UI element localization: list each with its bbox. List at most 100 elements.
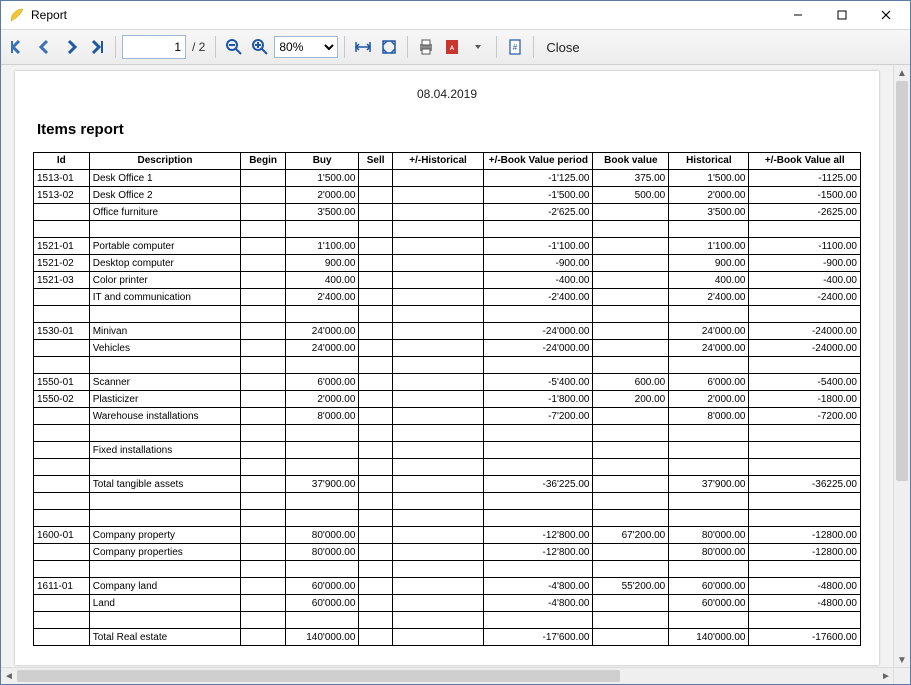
table-row: Total Real estate140'000.00-17'600.00140…	[34, 629, 861, 646]
cell-buy	[285, 306, 359, 323]
first-page-button[interactable]	[7, 35, 31, 59]
cell-bva: -12800.00	[749, 544, 861, 561]
cell-hist2: 400.00	[669, 272, 749, 289]
cell-begin	[241, 391, 286, 408]
cell-bva: -4800.00	[749, 578, 861, 595]
cell-sell	[359, 510, 392, 527]
cell-desc: Total Real estate	[89, 629, 241, 646]
close-window-button[interactable]	[864, 1, 908, 29]
cell-sell	[359, 340, 392, 357]
cell-bvp: -7'200.00	[484, 408, 593, 425]
scroll-down-icon[interactable]: ▼	[894, 652, 910, 668]
table-row: Land60'000.00-4'800.0060'000.00-4800.00	[34, 595, 861, 612]
cell-desc	[89, 561, 241, 578]
cell-hist2	[669, 510, 749, 527]
cell-bva: -5400.00	[749, 374, 861, 391]
scroll-left-icon[interactable]: ◄	[1, 668, 17, 684]
last-page-button[interactable]	[85, 35, 109, 59]
table-header-row: Id Description Begin Buy Sell +/-Histori…	[34, 153, 861, 170]
cell-desc: Desktop computer	[89, 255, 241, 272]
cell-bva	[749, 612, 861, 629]
cell-bv: 500.00	[593, 187, 669, 204]
cell-sell	[359, 408, 392, 425]
cell-bv	[593, 204, 669, 221]
cell-begin	[241, 561, 286, 578]
cell-hist2: 8'000.00	[669, 408, 749, 425]
scroll-up-icon[interactable]: ▲	[894, 65, 910, 81]
cell-hist2: 80'000.00	[669, 544, 749, 561]
prev-page-button[interactable]	[33, 35, 57, 59]
cell-desc: IT and communication	[89, 289, 241, 306]
print-button[interactable]	[414, 35, 438, 59]
cell-desc: Scanner	[89, 374, 241, 391]
page-setup-button[interactable]: #	[503, 35, 527, 59]
cell-begin	[241, 323, 286, 340]
cell-id: 1521-03	[34, 272, 90, 289]
cell-buy: 3'500.00	[285, 204, 359, 221]
cell-buy: 24'000.00	[285, 323, 359, 340]
cell-desc: Plasticizer	[89, 391, 241, 408]
cell-bv	[593, 459, 669, 476]
minimize-button[interactable]	[776, 1, 820, 29]
cell-id: 1550-01	[34, 374, 90, 391]
cell-sell	[359, 612, 392, 629]
cell-hist2: 6'000.00	[669, 374, 749, 391]
page-number-input[interactable]	[122, 35, 186, 59]
export-pdf-button[interactable]: A	[440, 35, 464, 59]
cell-bv	[593, 629, 669, 646]
cell-sell	[359, 425, 392, 442]
horizontal-scroll-thumb[interactable]	[17, 670, 620, 682]
table-row: 1521-02Desktop computer900.00-900.00900.…	[34, 255, 861, 272]
cell-bvp	[484, 425, 593, 442]
cell-id: 1513-01	[34, 170, 90, 187]
cell-bv: 200.00	[593, 391, 669, 408]
cell-desc: Minivan	[89, 323, 241, 340]
cell-bv	[593, 408, 669, 425]
cell-hist1	[392, 391, 483, 408]
zoom-out-button[interactable]	[222, 35, 246, 59]
cell-begin	[241, 629, 286, 646]
svg-text:#: #	[513, 43, 518, 52]
cell-hist1	[392, 459, 483, 476]
cell-id	[34, 629, 90, 646]
cell-bv	[593, 238, 669, 255]
report-viewport: 08.04.2019 Items report Id Description B…	[1, 65, 910, 684]
cell-hist2: 2'400.00	[669, 289, 749, 306]
vertical-scroll-thumb[interactable]	[896, 81, 908, 481]
vertical-scrollbar[interactable]: ▲ ▼	[893, 65, 910, 668]
cell-begin	[241, 595, 286, 612]
svg-text:A: A	[450, 46, 455, 52]
cell-bva: -2625.00	[749, 204, 861, 221]
cell-sell	[359, 544, 392, 561]
cell-sell	[359, 306, 392, 323]
cell-bvp	[484, 561, 593, 578]
cell-buy: 60'000.00	[285, 578, 359, 595]
cell-bv	[593, 272, 669, 289]
cell-bvp: -17'600.00	[484, 629, 593, 646]
cell-hist1	[392, 187, 483, 204]
cell-hist1	[392, 561, 483, 578]
report-window: Report / 2 80% A # Close 08.04.2019 Item…	[0, 0, 911, 685]
zoom-select[interactable]: 80%	[274, 36, 338, 58]
cell-buy: 37'900.00	[285, 476, 359, 493]
cell-hist1	[392, 374, 483, 391]
maximize-button[interactable]	[820, 1, 864, 29]
cell-desc: Portable computer	[89, 238, 241, 255]
table-row: 1521-03Color printer400.00-400.00400.00-…	[34, 272, 861, 289]
next-page-button[interactable]	[59, 35, 83, 59]
cell-bv	[593, 357, 669, 374]
cell-desc: Color printer	[89, 272, 241, 289]
cell-hist1	[392, 306, 483, 323]
cell-buy: 6'000.00	[285, 374, 359, 391]
scroll-right-icon[interactable]: ►	[878, 668, 894, 684]
cell-begin	[241, 612, 286, 629]
fit-width-button[interactable]	[351, 35, 375, 59]
fit-page-button[interactable]	[377, 35, 401, 59]
horizontal-scrollbar[interactable]: ◄ ►	[1, 667, 894, 684]
cell-buy: 2'400.00	[285, 289, 359, 306]
close-report-button[interactable]: Close	[546, 40, 579, 55]
cell-bva: -900.00	[749, 255, 861, 272]
cell-hist2	[669, 425, 749, 442]
export-dropdown[interactable]	[466, 35, 490, 59]
zoom-in-button[interactable]	[248, 35, 272, 59]
